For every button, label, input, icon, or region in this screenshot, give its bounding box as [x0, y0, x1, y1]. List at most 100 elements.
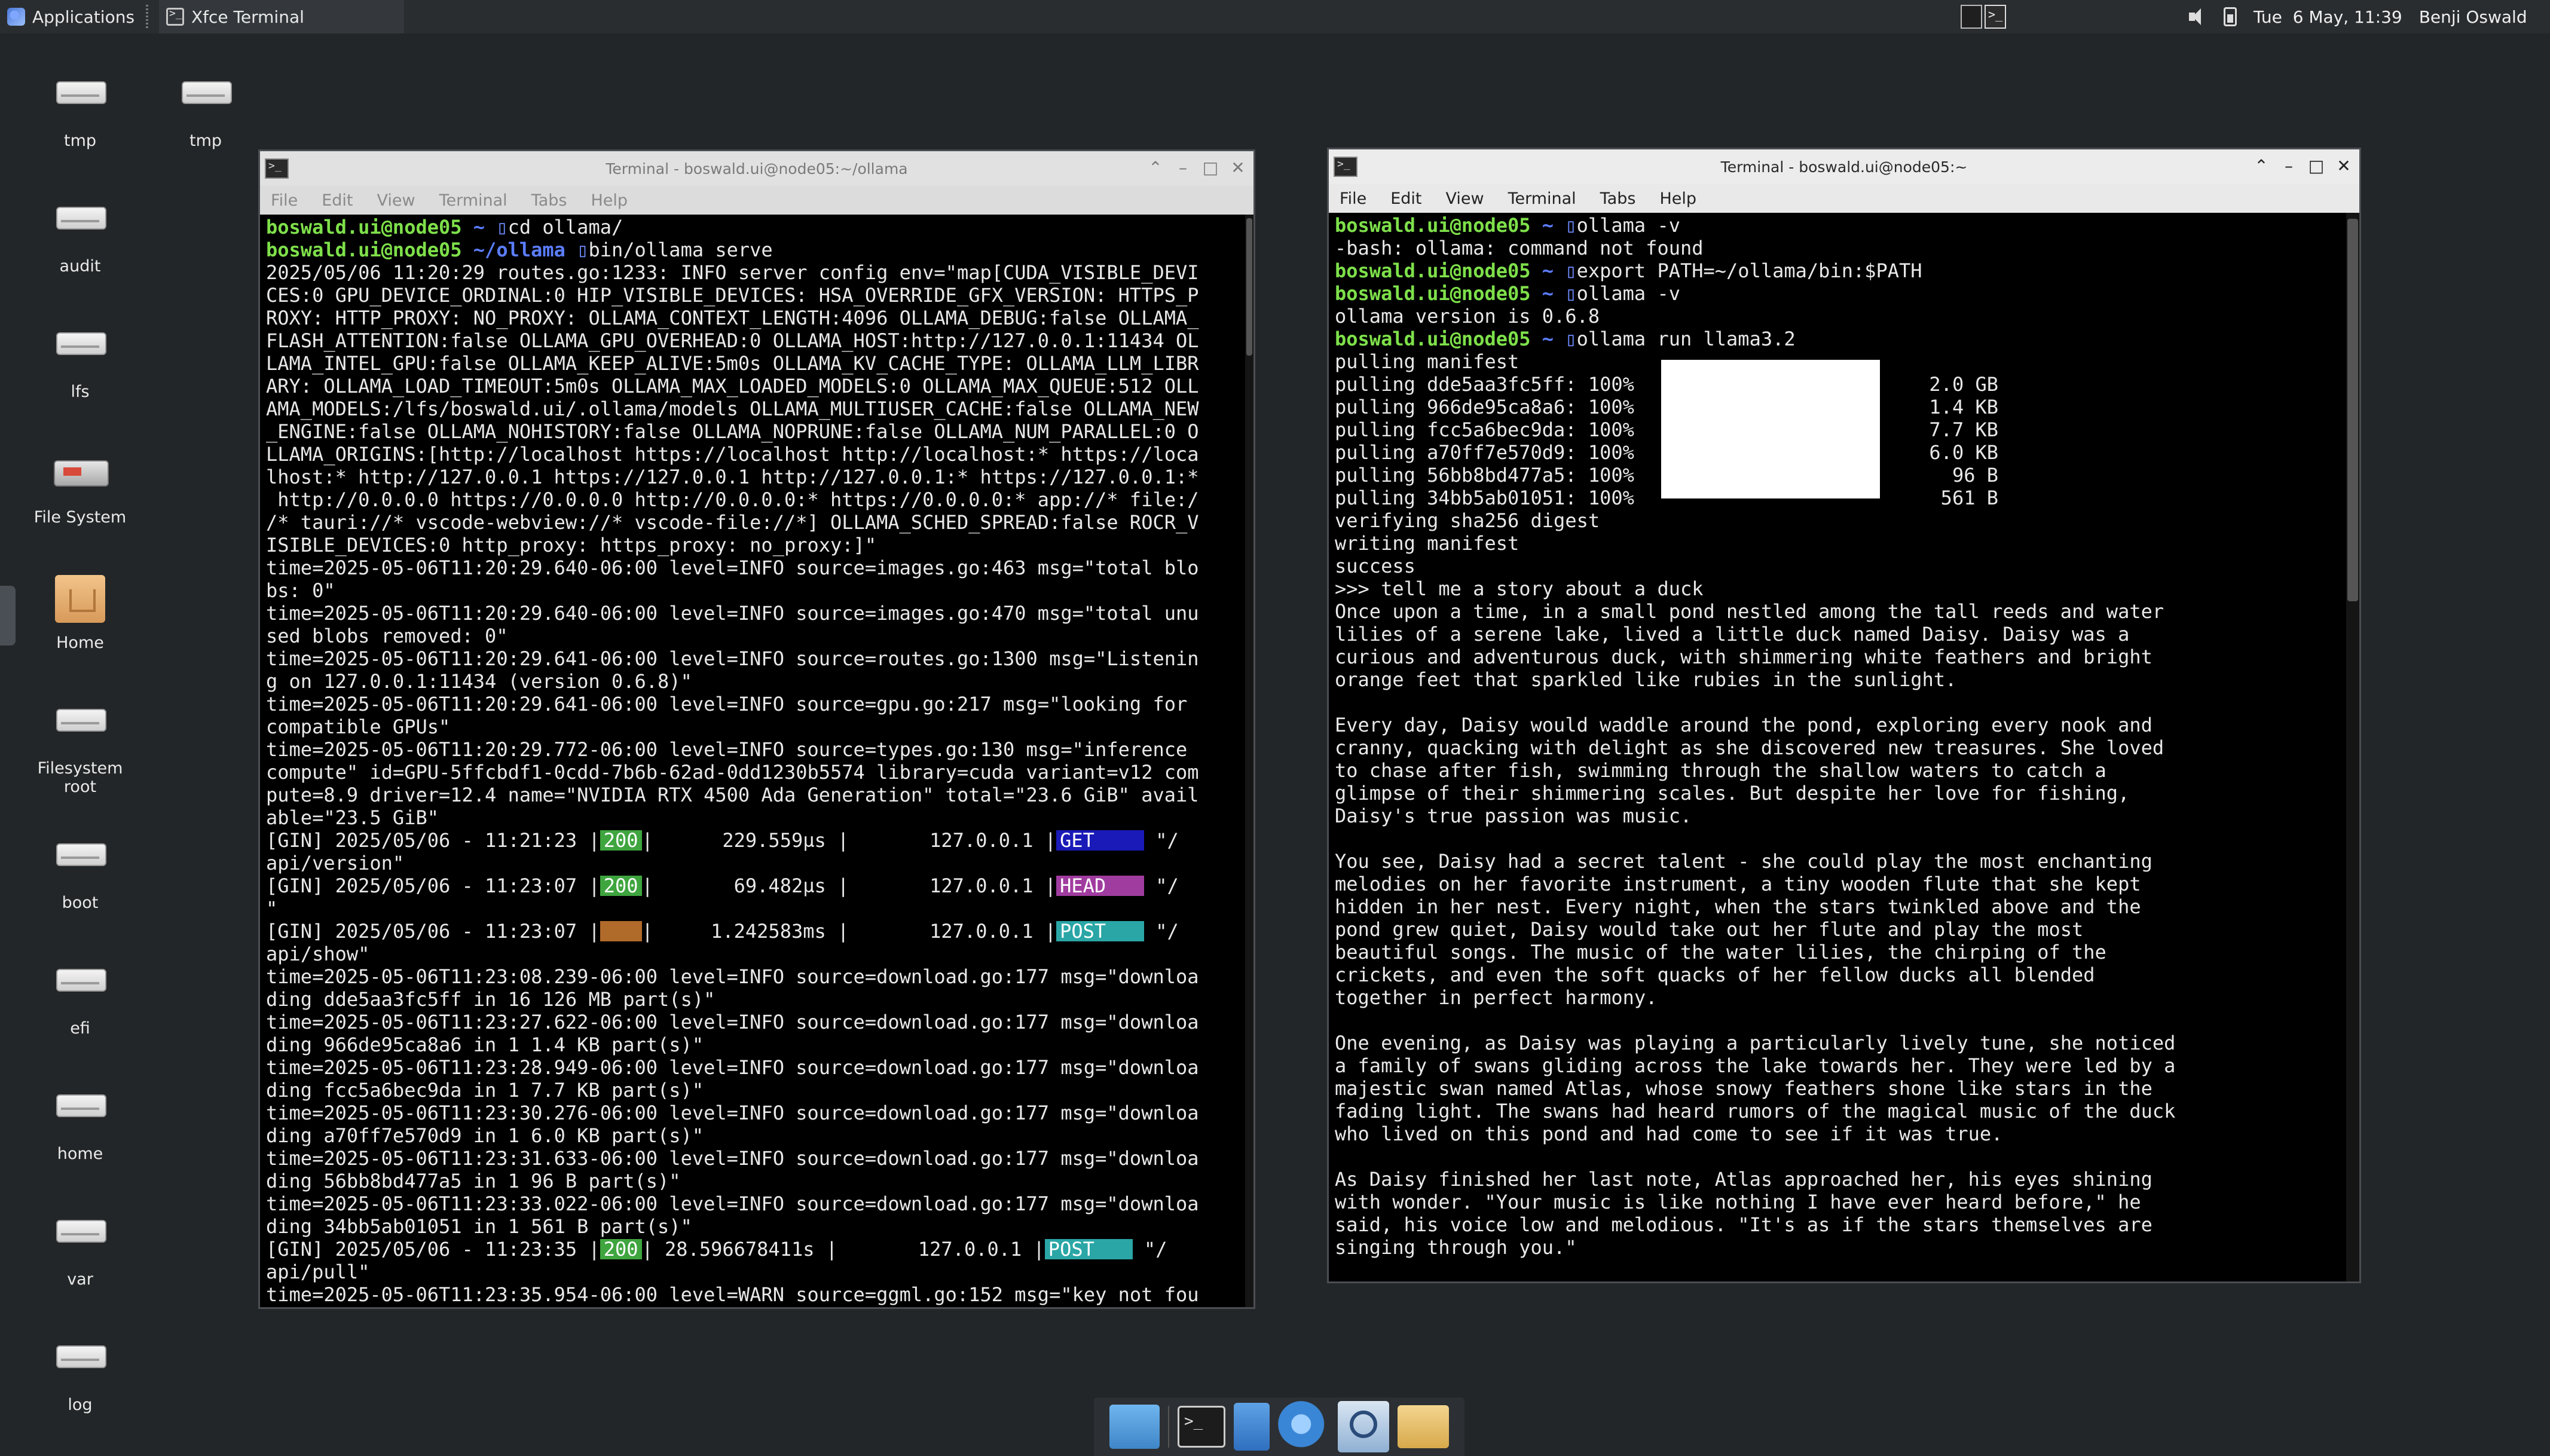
window-titlebar[interactable]: Terminal - boswald.ui@node05:~/ollama ⌃ …	[260, 151, 1253, 186]
log-line: able="23.5 GiB"	[266, 806, 439, 829]
command-text: cd ollama/	[507, 216, 623, 238]
menu-edit[interactable]: Edit	[322, 191, 353, 210]
menu-help[interactable]: Help	[591, 191, 628, 210]
prompt-user: boswald.ui@node05	[1335, 282, 1531, 305]
close-icon[interactable]: ✕	[2334, 154, 2353, 178]
story-line: lilies of a serene lake, lived a little …	[1335, 623, 2130, 646]
battery-icon[interactable]	[2224, 7, 2237, 26]
gin-log-line: [GIN] 2025/05/06 - 11:23:07 | 200 | 69.482…	[266, 874, 1239, 897]
window-titlebar[interactable]: Terminal - boswald.ui@node05:~ ⌃ – □ ✕	[1329, 149, 2359, 184]
log-line: time=2025-05-06T11:23:31.633-06:00 level…	[266, 1147, 1199, 1170]
web-browser-icon[interactable]	[1278, 1401, 1329, 1452]
story-line	[1335, 691, 2340, 714]
output-line: verifying sha256 digest	[1335, 509, 1600, 532]
scrollbar-thumb[interactable]	[1246, 218, 1252, 356]
desktop-icon-tmp[interactable]: tmp	[152, 66, 259, 150]
folder-icon[interactable]	[1398, 1405, 1449, 1448]
menu-tabs[interactable]: Tabs	[531, 191, 567, 210]
menu-view[interactable]: View	[1445, 189, 1484, 208]
prompt-user: boswald.ui@node05	[1335, 214, 1531, 237]
scrollbar[interactable]	[2346, 213, 2359, 1281]
desktop-icon-boot[interactable]: boot	[26, 828, 134, 912]
shade-icon[interactable]: ⌃	[2252, 154, 2271, 178]
taskbar-button-terminal[interactable]: Xfce Terminal	[159, 0, 404, 33]
show-desktop-icon[interactable]	[1109, 1405, 1160, 1449]
log-line: ding dde5aa3fc5ff in 16 126 MB part(s)"	[266, 988, 716, 1011]
prompt-glyph: ▯	[1565, 214, 1577, 237]
menu-view[interactable]: View	[377, 191, 415, 210]
clock[interactable]: Tue 6 May, 11:39	[2254, 7, 2402, 27]
log-line: ding fcc5a6bec9da in 1 7.7 KB part(s)"	[266, 1079, 704, 1102]
log-line: time=2025-05-06T11:23:28.949-06:00 level…	[266, 1056, 1199, 1079]
menu-help[interactable]: Help	[1659, 189, 1696, 208]
drive-icon	[51, 66, 109, 123]
applications-menu-button[interactable]: Applications	[0, 0, 143, 33]
desktop-icon-efi[interactable]: efi	[26, 953, 134, 1038]
log-line: lhost:* http://127.0.0.1 https://127.0.0…	[266, 466, 1199, 488]
gin-tail	[1133, 1238, 1144, 1261]
terminal-output[interactable]: boswald.ui@node05 ~ ▯cd ollama/ boswald.…	[260, 215, 1245, 1307]
chat-input-line: >>> tell me a story about a duck	[1335, 577, 1704, 600]
desktop-icon-var[interactable]: var	[26, 1204, 134, 1289]
prompt-glyph: ▯	[1565, 328, 1577, 350]
status-badge: 200	[600, 830, 642, 851]
workspace-2[interactable]	[1985, 5, 2006, 29]
log-line: time=2025-05-06T11:23:27.622-06:00 level…	[266, 1011, 1199, 1033]
file-manager-icon[interactable]	[1234, 1403, 1270, 1451]
log-line: bs: 0"	[266, 579, 335, 602]
minimize-icon[interactable]: –	[2279, 154, 2298, 178]
menu-file[interactable]: File	[271, 191, 298, 210]
gin-mid: | 229.559µs | 127.0.0.1 |	[641, 829, 1057, 852]
menu-edit[interactable]: Edit	[1390, 189, 1421, 208]
terminal-icon[interactable]	[1178, 1406, 1225, 1448]
desktop-icon-home[interactable]: Home	[26, 568, 134, 652]
desktop-icon-log[interactable]: log	[26, 1330, 134, 1414]
desktop-icon-tmp[interactable]: tmp	[26, 66, 134, 150]
log-line: 2025/05/06 11:20:29 routes.go:1233: INFO…	[266, 261, 1199, 284]
desktop-icon-lfs[interactable]: lfs	[26, 317, 134, 401]
log-line: ding 34bb5ab01051 in 1 561 B part(s)"	[266, 1215, 692, 1238]
minimize-icon[interactable]: –	[1173, 156, 1193, 180]
gin-log-line: [GIN] 2025/05/06 - 11:23:07 | 404 | 1.2425…	[266, 920, 1239, 943]
workspace-1[interactable]	[1961, 5, 1982, 29]
desktop-icon-file-system[interactable]: File System	[26, 442, 134, 527]
prompt-line: boswald.ui@node05 ~ ▯cd ollama/	[266, 216, 1239, 238]
story-line: beautiful songs. The music of the water …	[1335, 941, 2106, 963]
output-line: writing manifest	[1335, 532, 1519, 555]
side-panel-handle[interactable]	[0, 586, 16, 646]
shade-icon[interactable]: ⌃	[1146, 156, 1165, 180]
log-line: time=2025-05-06T11:23:35.954-06:00 level…	[266, 1283, 1199, 1306]
close-icon[interactable]: ✕	[1228, 156, 1248, 180]
log-line: sed blobs removed: 0"	[266, 625, 508, 647]
log-line: time=2025-05-06T11:20:29.772-06:00 level…	[266, 738, 1188, 761]
menu-file[interactable]: File	[1340, 189, 1366, 208]
gin-mid: | 28.596678411s | 127.0.0.1 |	[641, 1238, 1045, 1261]
gin-tail	[1144, 829, 1155, 852]
app-finder-icon[interactable]	[1338, 1401, 1389, 1452]
maximize-icon[interactable]: □	[2307, 154, 2326, 178]
menu-terminal[interactable]: Terminal	[439, 191, 507, 210]
taskbar-label: Xfce Terminal	[191, 7, 304, 27]
terminal-output[interactable]: boswald.ui@node05 ~ ▯ollama -v -bash: ol…	[1329, 213, 2346, 1281]
desktop-icon-home[interactable]: home	[26, 1079, 134, 1163]
user-menu[interactable]: Benji Oswald	[2419, 7, 2527, 27]
story-line: who lived on this pond and had come to s…	[1335, 1122, 2003, 1145]
menu-tabs[interactable]: Tabs	[1600, 189, 1636, 208]
desktop-icon-label: Home	[56, 634, 104, 652]
prompt-path: ~/ollama	[461, 238, 577, 261]
volume-icon[interactable]	[2188, 7, 2207, 26]
scrollbar-thumb[interactable]	[2347, 219, 2358, 601]
menu-terminal[interactable]: Terminal	[1508, 189, 1576, 208]
desktop-icon-audit[interactable]: audit	[26, 191, 134, 276]
log-line: ROXY: HTTP_PROXY: NO_PROXY: OLLAMA_CONTE…	[266, 307, 1199, 329]
desktop-icon-label: tmp	[63, 131, 97, 150]
prompt-user: boswald.ui@node05	[1335, 328, 1531, 350]
log-line: compatible GPUs"	[266, 715, 451, 738]
maximize-icon[interactable]: □	[1201, 156, 1220, 180]
scrollbar[interactable]	[1245, 215, 1253, 1307]
story-line: together in perfect harmony.	[1335, 986, 1658, 1009]
story-line	[1335, 827, 2340, 850]
pull-label: pulling 34bb5ab01051: 100%	[1335, 487, 1634, 509]
method-text: HEAD	[1060, 874, 1106, 897]
desktop-icon-filesystem-root[interactable]: Filesystem root	[26, 693, 134, 796]
